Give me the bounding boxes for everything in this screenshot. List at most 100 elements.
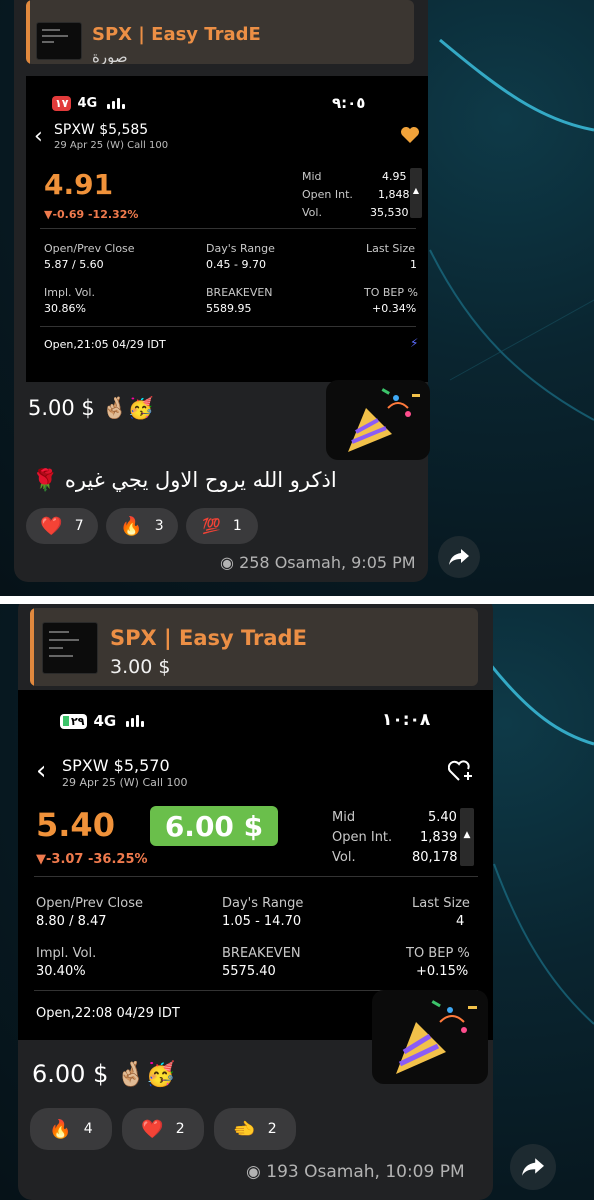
stat-value: 1 [410,258,417,271]
quote-label: Vol. [332,850,356,865]
status-left: ٢٩ 4G [60,712,145,730]
stat-label: Day's Range [222,896,304,911]
stat-label: BREAKEVEN [222,946,301,961]
stat-label: Last Size [412,896,470,911]
stat-label: Impl. Vol. [36,946,97,961]
reaction-fire[interactable]: 🔥 3 [106,508,178,544]
arabic-text: اذكرو الله يروح الاول يجي غيره 🌹 [32,468,337,492]
stat-value: 8.80 / 8.47 [36,914,107,929]
message-bubble[interactable]: SPX | Easy TradE صورة ١٧ 4G ٩:٠٥ ‹ SPXW … [14,0,428,582]
reply-preview[interactable]: SPX | Easy TradE صورة [26,0,414,64]
heart-plus-icon[interactable] [448,760,474,782]
quote-label: Vol. [302,206,322,219]
stat-value: 0.45 - 9.70 [206,258,266,271]
party-sticker[interactable] [326,380,430,460]
forward-button[interactable] [510,1144,556,1190]
stat-label: Open/Prev Close [44,242,135,255]
quote-label: Open Int. [332,830,393,845]
forward-button[interactable] [438,536,480,578]
message-panel-2: SPX | Easy TradE 3.00 $ ٢٩ 4G ١٠:٠٨ ‹ SP… [0,604,594,1200]
reaction-count: 3 [154,518,164,534]
battery-indicator: ١٧ [52,96,72,111]
share-arrow-icon [449,549,469,565]
contract-subtitle: 29 Apr 25 (W) Call 100 [62,776,188,789]
lightning-icon: ⚡ [410,336,419,350]
stat-value: +0.15% [416,964,469,979]
symbol-title: SPXW $5,570 [62,756,170,775]
target-price-badge: 6.00 $ [150,806,278,846]
contract-subtitle: 29 Apr 25 (W) Call 100 [54,140,169,151]
party-sticker[interactable] [372,990,488,1084]
party-popper-icon [348,388,420,452]
quote-value: 1,848 [378,188,410,201]
stat-label: BREAKEVEN [206,286,273,299]
symbol-title: SPXW $5,585 [54,122,149,138]
stat-value: 1.05 - 14.70 [222,914,302,929]
stat-label: Last Size [366,242,415,255]
heart-filled-icon[interactable] [400,126,420,144]
stat-label: Impl. Vol. [44,286,95,299]
trade-screenshot[interactable]: ٢٩ 4G ١٠:٠٨ ‹ SPXW $5,570 29 Apr 25 (W) … [18,690,493,1040]
reaction-heart[interactable]: ❤️ 7 [26,508,98,544]
reaction-count: 2 [267,1121,277,1137]
reply-title: SPX | Easy TradE [110,626,307,650]
hundred-icon: 💯 [202,517,221,535]
status-time: ٩:٠٥ [332,94,366,112]
stat-value: 5.87 / 5.60 [44,258,104,271]
open-info: Open,22:08 04/29 IDT [36,1006,180,1021]
message-meta: ◉ 258 Osamah, 9:05 PM [220,553,416,572]
battery-indicator: ٢٩ [60,713,88,729]
quote-label: Open Int. [302,188,353,201]
scroll-indicator[interactable]: ▲ [410,168,422,218]
reaction-hundred[interactable]: 💯 1 [186,508,258,544]
last-price: 5.40 [36,806,115,844]
message-meta: ◉ 193 Osamah, 10:09 PM [246,1162,465,1182]
chevron-left-icon[interactable]: ‹ [36,756,46,786]
stat-label: Day's Range [206,242,275,255]
stat-label: Open/Prev Close [36,896,144,911]
network-label: 4G [93,712,117,730]
quote-value: 5.40 [428,810,457,825]
reaction-count: 1 [232,518,242,534]
reply-title: SPX | Easy TradE [92,24,261,45]
reaction-count: 4 [83,1121,93,1137]
price-change: ▼-0.69 -12.32% [44,208,139,221]
reaction-heart[interactable]: ❤️ 2 [122,1108,204,1150]
status-time: ١٠:٠٨ [382,710,431,730]
reaction-pointing[interactable]: 🫲 2 [214,1108,296,1150]
views-and-time: 193 Osamah, 10:09 PM [266,1162,465,1182]
pointing-hand-icon: 🫲 [233,1118,256,1140]
fire-icon: 🔥 [49,1118,72,1140]
quote-value: 80,178 [412,850,458,865]
stat-value: 4 [456,914,465,929]
chevron-left-icon[interactable]: ‹ [34,124,43,149]
trade-screenshot[interactable]: ١٧ 4G ٩:٠٥ ‹ SPXW $5,585 29 Apr 25 (W) C… [26,76,428,382]
reaction-count: 7 [74,518,84,534]
heart-icon: ❤️ [141,1118,164,1140]
price-change: ▼-3.07 -36.25% [36,852,148,867]
quote-value: 35,530 [370,206,409,219]
reaction-count: 2 [175,1121,185,1137]
heart-icon: ❤️ [40,515,63,537]
message-panel-1: SPX | Easy TradE صورة ١٧ 4G ٩:٠٥ ‹ SPXW … [0,0,594,596]
views-and-time: 258 Osamah, 9:05 PM [239,553,416,572]
scroll-indicator[interactable]: ▲ [460,808,474,866]
party-popper-icon [396,1000,477,1074]
quote-value: 4.95 [382,170,407,183]
stat-value: 30.86% [44,302,86,315]
eye-icon: ◉ [246,1162,261,1182]
stat-label: TO BEP % [364,286,418,299]
message-bubble[interactable]: SPX | Easy TradE 3.00 $ ٢٩ 4G ١٠:٠٨ ‹ SP… [18,604,493,1200]
reaction-fire[interactable]: 🔥 4 [30,1108,112,1150]
stat-label: TO BEP % [406,946,470,961]
stat-value: 30.40% [36,964,86,979]
stat-value: +0.34% [372,302,417,315]
eye-icon: ◉ [220,553,234,572]
reply-thumbnail [42,622,98,674]
status-left: ١٧ 4G [52,96,126,111]
message-text: 5.00 $ 🤞🏼🥳 [28,396,154,420]
reply-preview[interactable]: SPX | Easy TradE 3.00 $ [30,608,478,686]
open-info: Open,21:05 04/29 IDT [44,338,166,351]
stat-value: 5575.40 [222,964,276,979]
share-arrow-icon [522,1158,544,1176]
